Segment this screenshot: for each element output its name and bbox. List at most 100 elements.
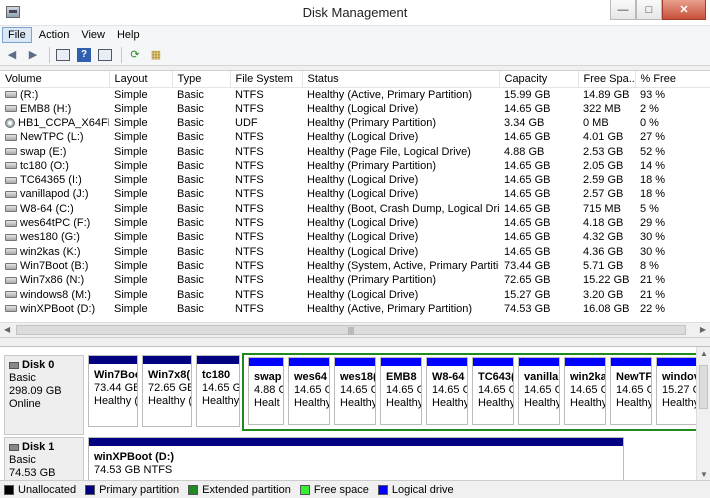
volume-cell: Simple — [114, 274, 148, 287]
column-header-free-space[interactable]: Free Spa... — [578, 71, 636, 88]
drive-icon — [5, 276, 17, 284]
volume-row[interactable]: winXPBoot (D:) Simple Basic NTFS Healthy (Ac… — [0, 302, 710, 316]
minimize-button[interactable]: — — [610, 0, 636, 20]
legend-item: Primary partition — [85, 484, 179, 496]
volume-row[interactable]: EMB8 (H:) Simple Basic NTFS Healthy (Logical… — [0, 102, 710, 116]
partition-winxpboot[interactable]: winXPBoot (D:) 74.53 GB NTFS — [88, 437, 624, 480]
window-title: Disk Management — [302, 5, 408, 20]
volume-row[interactable]: win2kas (K:) Simple Basic NTFS Healthy (Logi… — [0, 244, 710, 258]
back-arrow-icon[interactable]: ◀ — [3, 46, 21, 64]
volume-name: wes180 (G:) — [20, 231, 80, 244]
volume-row[interactable]: W8-64 (C:) Simple Basic NTFS Healthy (Boot, … — [0, 202, 710, 216]
scroll-right-icon[interactable]: ▶ — [700, 325, 706, 334]
volume-name-cell: (R:) — [0, 87, 109, 102]
volume-cell: NTFS — [235, 88, 264, 101]
vertical-scrollbar[interactable]: ▲ ▼ — [696, 347, 710, 480]
legend-bar: Unallocated Primary partition Extended par… — [0, 480, 710, 498]
horizontal-scrollbar[interactable]: ◀ ||| ▶ — [0, 322, 710, 337]
volume-row[interactable]: windows8 (M:) Simple Basic NTFS Healthy (Log… — [0, 287, 710, 301]
drive-icon — [5, 148, 17, 156]
legend-swatch — [377, 484, 388, 495]
volume-cell: 5.71 GB — [583, 259, 624, 272]
horizontal-scroll-thumb[interactable]: ||| — [16, 325, 686, 335]
menu-help[interactable]: Help — [112, 28, 145, 42]
refresh-icon[interactable]: ⟳ — [126, 46, 144, 64]
volume-name: (R:) — [20, 88, 39, 101]
column-header-status[interactable]: Status — [302, 71, 500, 88]
volume-row[interactable]: swap (E:) Simple Basic NTFS Healthy (Page Fi… — [0, 144, 710, 158]
extended-partition-frame[interactable] — [242, 353, 704, 431]
volume-cell: 14.65 GB — [504, 217, 551, 230]
volume-row[interactable]: tc180 (O:) Simple Basic NTFS Healthy (Primar… — [0, 159, 710, 173]
volume-cell: Healthy (Page File, Logical Drive) — [307, 145, 471, 158]
close-button[interactable]: ✕ — [662, 0, 706, 20]
volume-row[interactable]: TC64365 (I:) Simple Basic NTFS Healthy (Logi… — [0, 173, 710, 187]
column-header-type[interactable]: Type — [172, 71, 231, 88]
volume-name: win2kas (K:) — [20, 245, 81, 258]
volume-cell: Basic — [177, 116, 204, 129]
partition-status: Healthy — [202, 395, 240, 407]
volume-cell: 4.01 GB — [583, 131, 624, 144]
volume-cell: NTFS — [235, 174, 264, 187]
rescan-disks-icon[interactable]: ▦ — [147, 46, 165, 64]
partition-name: Win7x8( — [148, 369, 191, 381]
volume-cell: Healthy (Logical Drive) — [307, 131, 419, 144]
partition-band — [197, 356, 239, 364]
disk-0-info[interactable]: Disk 0 Basic 298.09 GB Online — [4, 355, 84, 435]
volume-cell: 14.65 GB — [504, 202, 551, 215]
volume-cell: 15.27 GB — [504, 288, 551, 301]
volume-row[interactable]: NewTPC (L:) Simple Basic NTFS Healthy (Logic… — [0, 130, 710, 144]
volume-cell: Healthy (Logical Drive) — [307, 174, 419, 187]
menu-action[interactable]: Action — [34, 28, 75, 42]
partition-label: Win7Boo 73.44 GB Healthy ( — [94, 369, 137, 408]
volume-row[interactable]: Win7x86 (N:) Simple Basic NTFS Healthy (Prim… — [0, 273, 710, 287]
scroll-left-icon[interactable]: ◀ — [4, 325, 10, 334]
volume-cell: Basic — [177, 288, 204, 301]
partition-block[interactable]: tc180 14.65 G Healthy — [196, 355, 240, 427]
disk-1-info[interactable]: Disk 1 Basic 74.53 GB — [4, 437, 84, 480]
legend-label: Unallocated — [18, 483, 77, 496]
volume-cell: NTFS — [235, 131, 264, 144]
volume-cell: Healthy (Active, Primary Partition) — [307, 88, 473, 101]
partition-label: winXPBoot (D:) 74.53 GB NTFS — [94, 451, 174, 477]
toolbar: ◀ ▶ ? ⟳ ▦ — [0, 44, 710, 66]
volume-cell: 27 % — [640, 131, 666, 144]
volume-cell: 22 % — [640, 302, 666, 315]
legend-label: Primary partition — [99, 483, 180, 496]
scroll-down-icon[interactable]: ▼ — [700, 470, 708, 479]
scroll-up-icon[interactable]: ▲ — [700, 349, 708, 358]
drive-icon — [5, 162, 17, 170]
help-icon[interactable]: ? — [75, 46, 93, 64]
disk-0-state: Online — [9, 398, 41, 410]
column-header-file-system[interactable]: File System — [230, 71, 303, 88]
volume-row[interactable]: (R:) Simple Basic NTFS Healthy (Active, Prim… — [0, 87, 710, 102]
volume-cell: 15.99 GB — [504, 88, 551, 101]
volume-row[interactable]: Win7Boot (B:) Simple Basic NTFS Healthy (Sys… — [0, 259, 710, 273]
volume-row[interactable]: wes64tPC (F:) Simple Basic NTFS Healthy (Log… — [0, 216, 710, 230]
column-header-percent-free[interactable]: % Free — [635, 71, 710, 88]
partition-band — [89, 356, 137, 364]
volume-row[interactable]: HB1_CCPA_X64FR... Simple Basic UDF Healthy (… — [0, 116, 710, 130]
maximize-button[interactable]: □ — [636, 0, 662, 20]
partition-block[interactable]: Win7Boo 73.44 GB Healthy ( — [88, 355, 138, 427]
column-header-capacity[interactable]: Capacity — [499, 71, 579, 88]
volume-name: Win7Boot (B:) — [20, 259, 89, 272]
volume-row[interactable]: vanillapod (J:) Simple Basic NTFS Healthy (L… — [0, 187, 710, 201]
volume-cell: Healthy (Boot, Crash Dump, Logical Drive… — [307, 202, 499, 215]
volume-name-cell: TC64365 (I:) — [0, 173, 109, 187]
volume-cell: 0 % — [640, 116, 659, 129]
forward-arrow-icon[interactable]: ▶ — [24, 46, 42, 64]
volume-cell: 4.88 GB — [504, 145, 545, 158]
console-tree-icon[interactable] — [96, 46, 114, 64]
legend-swatch — [188, 484, 199, 495]
column-header-volume[interactable]: Volume — [0, 71, 110, 88]
vertical-scroll-thumb[interactable] — [699, 365, 708, 409]
volume-cell: Basic — [177, 245, 204, 258]
menu-file[interactable]: File — [2, 27, 32, 43]
column-header-layout[interactable]: Layout — [109, 71, 173, 88]
properties-icon[interactable] — [54, 46, 72, 64]
menu-view[interactable]: View — [76, 28, 110, 42]
volume-row[interactable]: wes180 (G:) Simple Basic NTFS Healthy (Logic… — [0, 230, 710, 244]
partition-block[interactable]: Win7x8(72.65 GB Healthy ( — [142, 355, 192, 427]
volume-name: EMB8 (H:) — [20, 102, 72, 115]
